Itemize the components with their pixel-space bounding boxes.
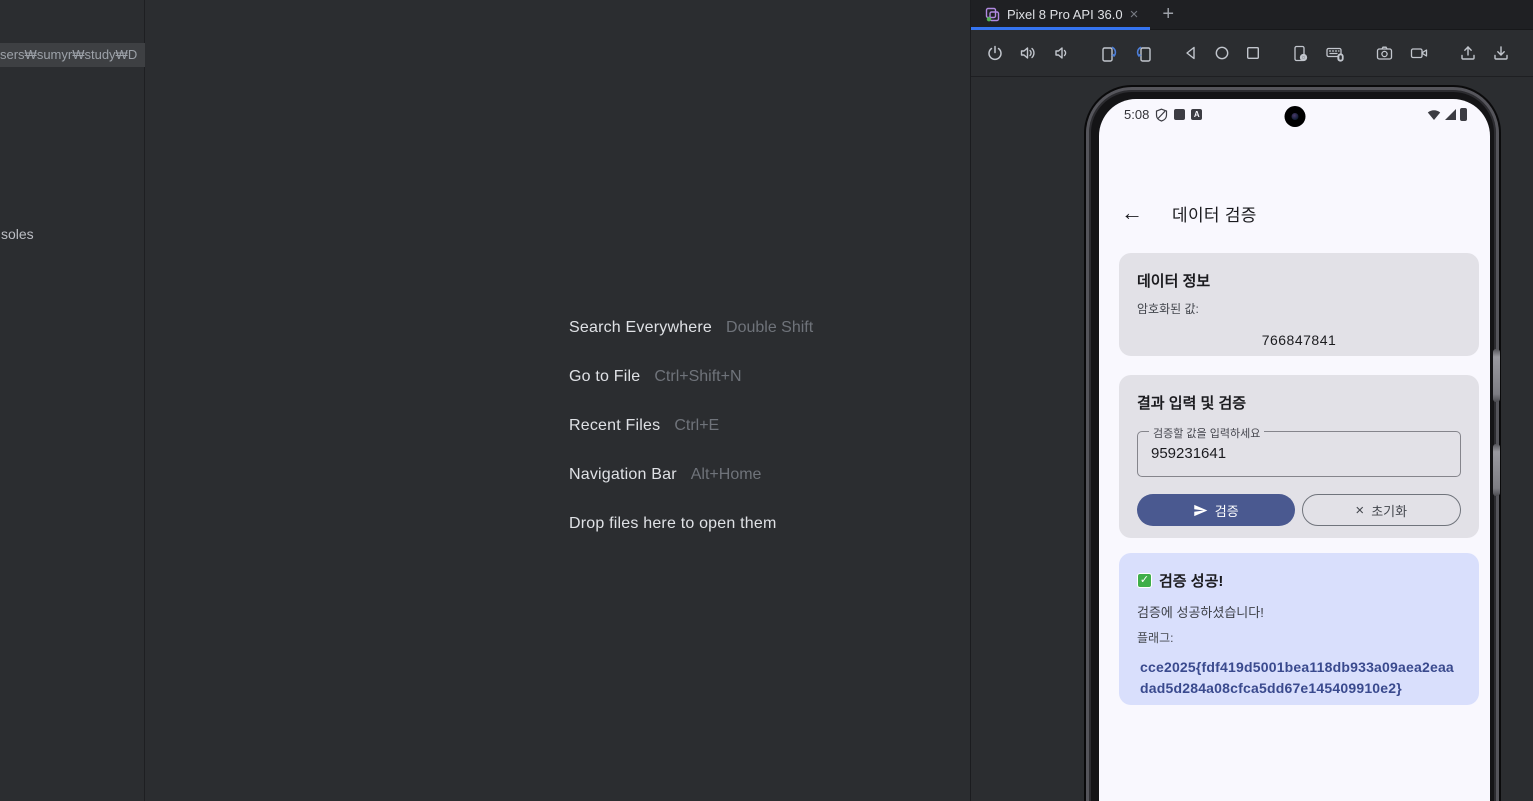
screen-record-icon[interactable]	[1409, 43, 1429, 63]
verify-card: 결과 입력 및 검증 검증할 값을 입력하세요 959231641 검증 × 초…	[1119, 375, 1479, 538]
extended-controls-icon[interactable]	[1325, 43, 1345, 63]
success-title: 검증 성공!	[1159, 573, 1224, 590]
tab-close-icon[interactable]: ×	[1130, 7, 1139, 22]
cell-signal-icon	[1445, 109, 1456, 120]
page-title: 데이터 검증	[1172, 205, 1257, 225]
encrypted-value-label: 암호화된 값:	[1137, 302, 1199, 316]
tree-path-text: sers₩sumyr₩study₩D	[0, 47, 138, 62]
project-tool-window: sers₩sumyr₩study₩D soles	[0, 0, 145, 801]
android-status-bar: 5:08 A	[1099, 99, 1490, 129]
check-icon: ✓	[1137, 573, 1152, 588]
success-card: ✓ 검증 성공! 검증에 성공하셨습니다! 플래그: cce2025{fdf41…	[1119, 553, 1479, 705]
shortcut-drop-files: Drop files here to open them	[569, 515, 777, 532]
verify-button-label: 검증	[1214, 503, 1239, 519]
volume-down-icon[interactable]	[1052, 43, 1070, 63]
phone-power-button	[1493, 444, 1500, 496]
send-icon	[1193, 503, 1208, 518]
shortcut-recent-files: Recent Files Ctrl+E	[569, 417, 720, 434]
power-icon[interactable]	[986, 43, 1004, 63]
camera-lens	[1291, 113, 1298, 120]
tree-item-consoles[interactable]: soles	[1, 226, 34, 242]
new-tab-button[interactable]: +	[1162, 3, 1174, 26]
device-settings-icon[interactable]	[1291, 43, 1310, 63]
phone-volume-button	[1493, 349, 1500, 402]
shield-icon	[1155, 108, 1168, 122]
active-tab-indicator	[971, 26, 1151, 30]
back-arrow-icon[interactable]: ←	[1121, 202, 1143, 224]
app-bar: ← 데이터 검증	[1099, 195, 1490, 231]
phone-frame: 5:08 A ← 데이터 검증 데이터 정보 암호화된 값: 766847841…	[1086, 87, 1499, 801]
verify-input[interactable]: 검증할 값을 입력하세요 959231641	[1137, 425, 1461, 477]
battery-icon	[1460, 108, 1467, 121]
back-icon[interactable]	[1183, 43, 1199, 63]
volume-up-icon[interactable]	[1019, 43, 1037, 63]
wifi-icon	[1427, 109, 1441, 121]
tab-pixel-8-pro[interactable]: Pixel 8 Pro API 36.0 ×	[971, 0, 1151, 30]
verify-button[interactable]: 검증	[1137, 494, 1295, 526]
flag-label: 플래그:	[1137, 631, 1174, 645]
encrypted-value: 766847841	[1261, 332, 1337, 348]
info-card-title: 데이터 정보	[1137, 273, 1211, 290]
verify-actions: 검증 × 초기화	[1137, 494, 1461, 526]
clock: 5:08	[1124, 107, 1150, 122]
status-bar-left: 5:08 A	[1124, 107, 1203, 122]
emulator-toolbar	[971, 30, 1533, 77]
upload-icon[interactable]	[1459, 43, 1477, 63]
verify-card-title: 결과 입력 및 검증	[1137, 395, 1247, 412]
screenshot-icon[interactable]	[1375, 43, 1394, 63]
front-camera	[1284, 106, 1305, 127]
download-icon[interactable]	[1492, 43, 1510, 63]
verify-input-label: 검증할 값을 입력하세요	[1149, 425, 1265, 441]
overview-icon[interactable]	[1245, 43, 1261, 63]
data-info-card: 데이터 정보 암호화된 값: 766847841	[1119, 253, 1479, 356]
reset-button[interactable]: × 초기화	[1301, 494, 1461, 526]
virtual-device-icon	[985, 7, 1000, 22]
emulator-tab-strip: Pixel 8 Pro API 36.0 × +	[971, 0, 1533, 30]
status-bar-right	[1427, 108, 1467, 121]
success-title-row: ✓ 검증 성공!	[1137, 570, 1461, 591]
letter-a-notification-icon: A	[1191, 109, 1203, 120]
phone-screen[interactable]: 5:08 A ← 데이터 검증 데이터 정보 암호화된 값: 766847841…	[1099, 99, 1490, 801]
tab-title: Pixel 8 Pro API 36.0	[1007, 7, 1123, 22]
rotate-left-icon[interactable]	[1100, 43, 1119, 63]
reset-button-label: 초기화	[1371, 503, 1408, 519]
emulator-tool-window: Pixel 8 Pro API 36.0 × + 5:08 A ← 데이터 검증…	[970, 0, 1533, 801]
notification-icon	[1174, 109, 1186, 120]
shortcut-search-everywhere: Search Everywhere Double Shift	[569, 319, 814, 336]
home-icon[interactable]	[1214, 43, 1230, 63]
editor-empty-area: Search Everywhere Double Shift Go to File…	[146, 0, 969, 801]
shortcut-navigation-bar: Navigation Bar Alt+Home	[569, 466, 762, 483]
shortcut-go-to-file: Go to File Ctrl+Shift+N	[569, 368, 742, 385]
rotate-right-icon[interactable]	[1134, 43, 1153, 63]
tree-path-row[interactable]: sers₩sumyr₩study₩D	[0, 43, 145, 67]
editor-shortcuts-list: Search Everywhere Double Shift Go to File…	[569, 314, 813, 559]
success-message: 검증에 성공하셨습니다!	[1137, 605, 1264, 620]
emulator-display-area: 5:08 A ← 데이터 검증 데이터 정보 암호화된 값: 766847841…	[971, 77, 1533, 801]
close-x-icon: ×	[1355, 501, 1365, 519]
flag-value: cce2025{fdf419d5001bea118db933a09aea2eaa…	[1140, 659, 1454, 696]
